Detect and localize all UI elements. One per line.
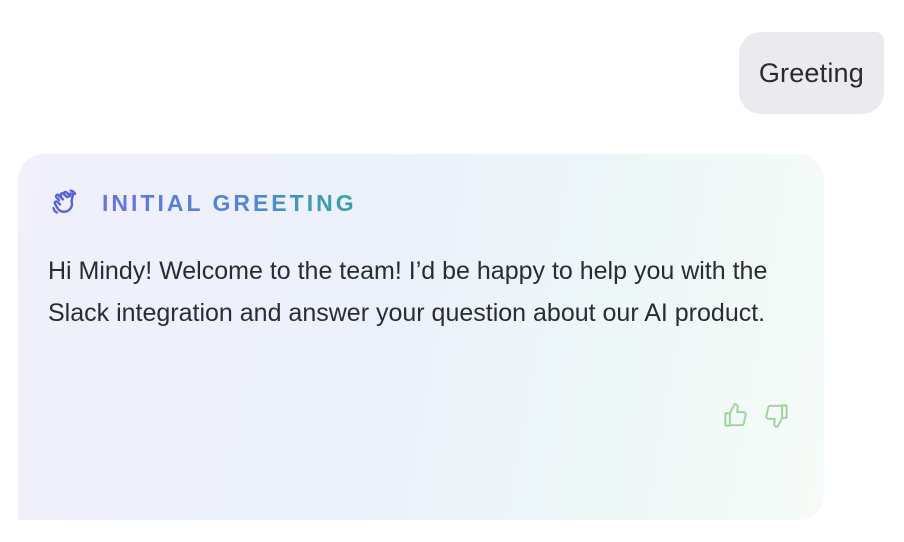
thumbs-down-icon[interactable] [763, 402, 790, 429]
user-message-text: Greeting [758, 57, 864, 88]
card-header: INITIAL GREETING [50, 188, 357, 218]
assistant-response-card: INITIAL GREETING Hi Mindy! Welcome to th… [18, 154, 824, 520]
chat-container: Greeting INITIAL GREETING Hi Mindy! Welc… [0, 0, 904, 542]
card-title: INITIAL GREETING [102, 189, 357, 216]
feedback-controls [722, 402, 790, 429]
waving-hand-icon [50, 188, 80, 218]
thumbs-up-icon[interactable] [722, 402, 749, 429]
assistant-message-text: Hi Mindy! Welcome to the team! I’d be ha… [48, 257, 768, 327]
user-message-bubble: Greeting [738, 32, 884, 114]
